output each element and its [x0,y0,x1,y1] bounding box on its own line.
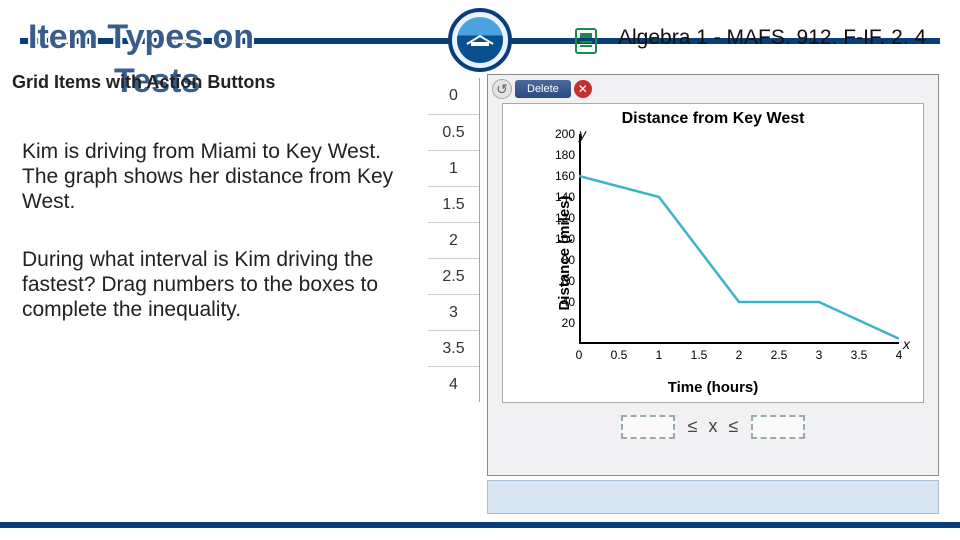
question-text: Kim is driving from Miami to Key West. T… [22,140,412,323]
y-tick: 40 [562,295,575,309]
question-paragraph-1: Kim is driving from Miami to Key West. T… [22,140,412,214]
y-tick: 160 [555,169,575,183]
x-tick: 0.5 [611,348,628,362]
undo-icon[interactable]: ↺ [492,79,512,99]
x-tick: 4 [896,348,903,362]
answer-canvas: ↺ Delete ✕ Distance from Key West y x Di… [487,74,939,476]
x-tick: 0 [576,348,583,362]
standard-label: Algebra 1 - MAFS. 912. F-IF. 2. 4 [618,26,926,50]
chart-container: Distance from Key West y x Distance (mil… [502,103,924,403]
y-tick: 200 [555,127,575,141]
x-tick: 1.5 [691,348,708,362]
draggable-number[interactable]: 0 [428,78,479,114]
draggable-number[interactable]: 3.5 [428,330,479,366]
draggable-number[interactable]: 1.5 [428,186,479,222]
y-tick: 180 [555,148,575,162]
x-tick: 3.5 [851,348,868,362]
draggable-number[interactable]: 3 [428,294,479,330]
school-logo [448,8,512,72]
x-axis-label: Time (hours) [503,379,923,396]
drop-target-left[interactable] [621,415,675,439]
close-icon[interactable]: ✕ [574,80,592,98]
x-tick: 2.5 [771,348,788,362]
page-subtitle: Grid Items with Action Buttons [12,72,275,93]
y-tick: 80 [562,253,575,267]
y-tick: 100 [555,232,575,246]
y-tick: 140 [555,190,575,204]
x-axis-variable: x [903,336,910,352]
y-tick: 120 [555,211,575,225]
page-title-line1: Item Types on [28,20,254,56]
draggable-number[interactable]: 2 [428,222,479,258]
inequality-answer-row: ≤ x ≤ [488,415,938,439]
le-symbol: ≤ [688,416,698,436]
delete-button[interactable]: Delete [515,80,571,98]
x-tick: 3 [816,348,823,362]
drop-target-right[interactable] [751,415,805,439]
bottom-strip [487,480,939,514]
x-tick: 1 [656,348,663,362]
draggable-number[interactable]: 2.5 [428,258,479,294]
y-tick: 20 [562,316,575,330]
draggable-number[interactable]: 4 [428,366,479,402]
inequality-variable: x [709,416,718,436]
le-symbol: ≤ [729,416,739,436]
draggable-number[interactable]: 0.5 [428,114,479,150]
y-tick: 60 [562,274,575,288]
number-draggable-rail: 00.511.522.533.54 [428,78,480,402]
question-paragraph-2: During what interval is Kim driving the … [22,248,412,322]
chart-line [579,176,899,339]
chart-title: Distance from Key West [503,104,923,128]
calculator-icon[interactable] [575,28,597,54]
draggable-number[interactable]: 1 [428,150,479,186]
x-tick: 2 [736,348,743,362]
